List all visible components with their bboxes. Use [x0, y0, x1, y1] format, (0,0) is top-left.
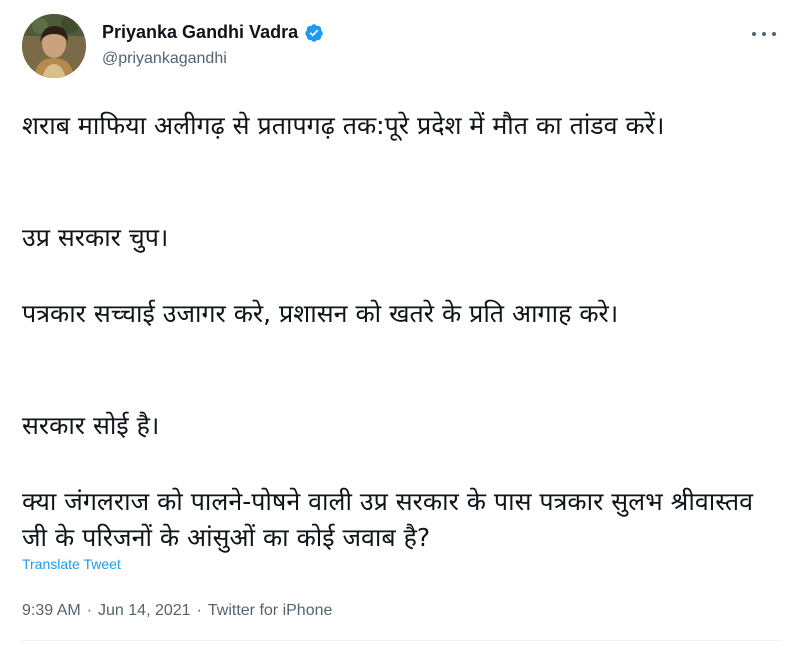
author-name-row: Priyanka Gandhi Vadra — [102, 22, 324, 43]
meta-separator: · — [86, 602, 93, 619]
verified-badge-icon — [305, 23, 323, 42]
translate-tweet-link[interactable]: Translate Tweet — [22, 556, 121, 572]
more-dot — [752, 32, 756, 36]
tweet-card: Priyanka Gandhi Vadra @priyankagandhi शर… — [0, 0, 800, 653]
tweet-text-paragraph: उप्र सरकार चुप। — [22, 223, 169, 252]
tweet-text-paragraph: क्या जंगलराज को पालने-पोषने वाली उप्र सर… — [22, 487, 754, 552]
tweet-text-paragraph: शराब माफिया अलीगढ़ से प्रतापगढ़ तक:पूरे … — [22, 111, 665, 140]
more-options-icon[interactable] — [752, 30, 776, 38]
meta-separator: · — [196, 602, 202, 619]
tweet-text-paragraph: पत्रकार सच्चाई उजागर करे, प्रशासन को खतर… — [22, 299, 619, 328]
more-dot — [772, 32, 776, 36]
tweet-time[interactable]: 9:39 AM — [22, 602, 81, 620]
tweet-meta: 9:39 AM · Jun 14, 2021 · Twitter for iPh… — [22, 602, 332, 620]
divider — [22, 640, 782, 641]
avatar-image — [22, 14, 86, 78]
author-display-name[interactable]: Priyanka Gandhi Vadra — [102, 22, 298, 43]
more-dot — [762, 32, 766, 36]
tweet-source[interactable]: Twitter for iPhone — [208, 602, 333, 620]
profile-avatar[interactable] — [22, 14, 86, 78]
author-handle[interactable]: @priyankagandhi — [102, 50, 227, 68]
tweet-text-paragraph: सरकार सोई है। — [22, 411, 160, 440]
tweet-date[interactable]: Jun 14, 2021 — [98, 602, 191, 620]
